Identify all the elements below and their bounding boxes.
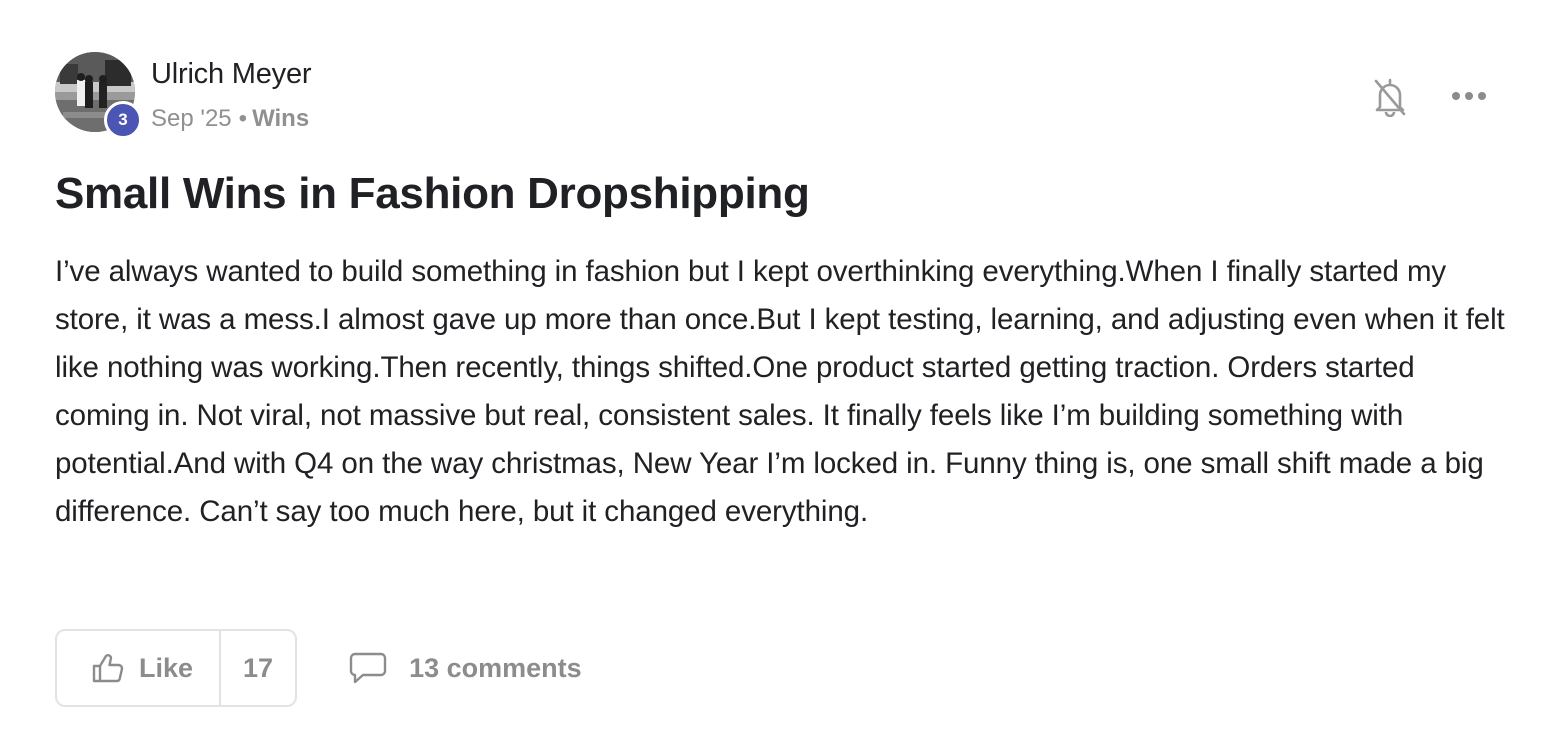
- post-header: 3 Ulrich Meyer Sep '25 • Wins: [55, 52, 1510, 139]
- comment-bubble-icon: [349, 652, 387, 684]
- more-options-button[interactable]: [1445, 78, 1493, 114]
- post-body: I’ve always wanted to build something in…: [55, 255, 1505, 528]
- post-meta: Sep '25 • Wins: [151, 105, 309, 133]
- more-horizontal-icon: [1452, 92, 1486, 100]
- post-title: Small Wins in Fashion Dropshipping: [55, 169, 810, 218]
- like-button[interactable]: Like: [57, 631, 222, 705]
- meta-separator: •: [238, 105, 248, 132]
- post-category[interactable]: Wins: [252, 105, 309, 132]
- level-badge: 3: [104, 101, 142, 139]
- comments-count-label: 13 comments: [409, 652, 582, 683]
- author-avatar-wrap[interactable]: 3: [55, 52, 142, 139]
- like-count[interactable]: 17: [221, 631, 295, 705]
- notification-toggle-button[interactable]: [1368, 74, 1412, 120]
- comments-button[interactable]: 13 comments: [349, 651, 582, 685]
- author-name[interactable]: Ulrich Meyer: [151, 58, 312, 91]
- bell-off-icon: [1374, 78, 1406, 117]
- thumbs-up-icon: [92, 654, 124, 683]
- like-group: Like 17: [55, 629, 298, 707]
- post-date[interactable]: Sep '25: [151, 105, 232, 132]
- like-label: Like: [139, 652, 194, 683]
- post-card: 3 Ulrich Meyer Sep '25 • Wins Small Wins i…: [55, 52, 1510, 536]
- post-actions: Like 17 13 comments: [55, 628, 582, 708]
